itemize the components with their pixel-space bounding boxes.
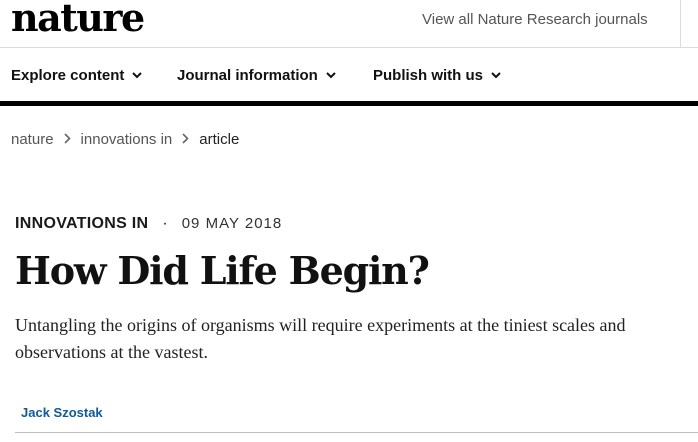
chevron-right-icon [63, 131, 71, 149]
nav-item-label: Journal information [177, 67, 318, 84]
nav-item-label: Publish with us [373, 67, 484, 84]
author-divider [15, 432, 698, 433]
breadcrumb-item-nature[interactable]: nature [11, 131, 54, 148]
breadcrumb: nature innovations in article [11, 131, 239, 151]
site-header: nature View all Nature Research journals [0, 0, 698, 48]
chevron-down-icon [132, 66, 143, 84]
breadcrumb-item-innovations-in[interactable]: innovations in [81, 131, 173, 148]
main-nav: Explore content Journal information Publ… [0, 48, 698, 101]
article-title: How Did Life Begin? [15, 248, 430, 293]
chevron-down-icon [326, 66, 336, 84]
chevron-down-icon [491, 66, 501, 84]
article-meta: INNOVATIONS IN · 09 MAY 2018 [15, 215, 282, 233]
nature-logo[interactable]: nature [11, 0, 145, 38]
nav-explore-content[interactable]: Explore content [11, 66, 143, 85]
header-divider [680, 0, 681, 47]
publication-date: 09 MAY 2018 [181, 215, 283, 232]
nav-journal-information[interactable]: Journal information [177, 66, 336, 85]
view-all-journals-link[interactable]: View all Nature Research journals [422, 11, 648, 29]
nav-underline [0, 101, 698, 106]
breadcrumb-item-article: article [199, 131, 240, 148]
author-link[interactable]: Jack Szostak [21, 405, 103, 421]
nav-item-label: Explore content [11, 67, 125, 84]
article-type: INNOVATIONS IN [15, 215, 149, 232]
nav-publish-with-us[interactable]: Publish with us [373, 66, 501, 85]
page: nature View all Nature Research journals… [0, 0, 698, 442]
meta-separator: · [162, 215, 168, 232]
article-standfirst: Untangling the origins of organisms will… [15, 315, 626, 362]
chevron-right-icon [182, 131, 189, 149]
